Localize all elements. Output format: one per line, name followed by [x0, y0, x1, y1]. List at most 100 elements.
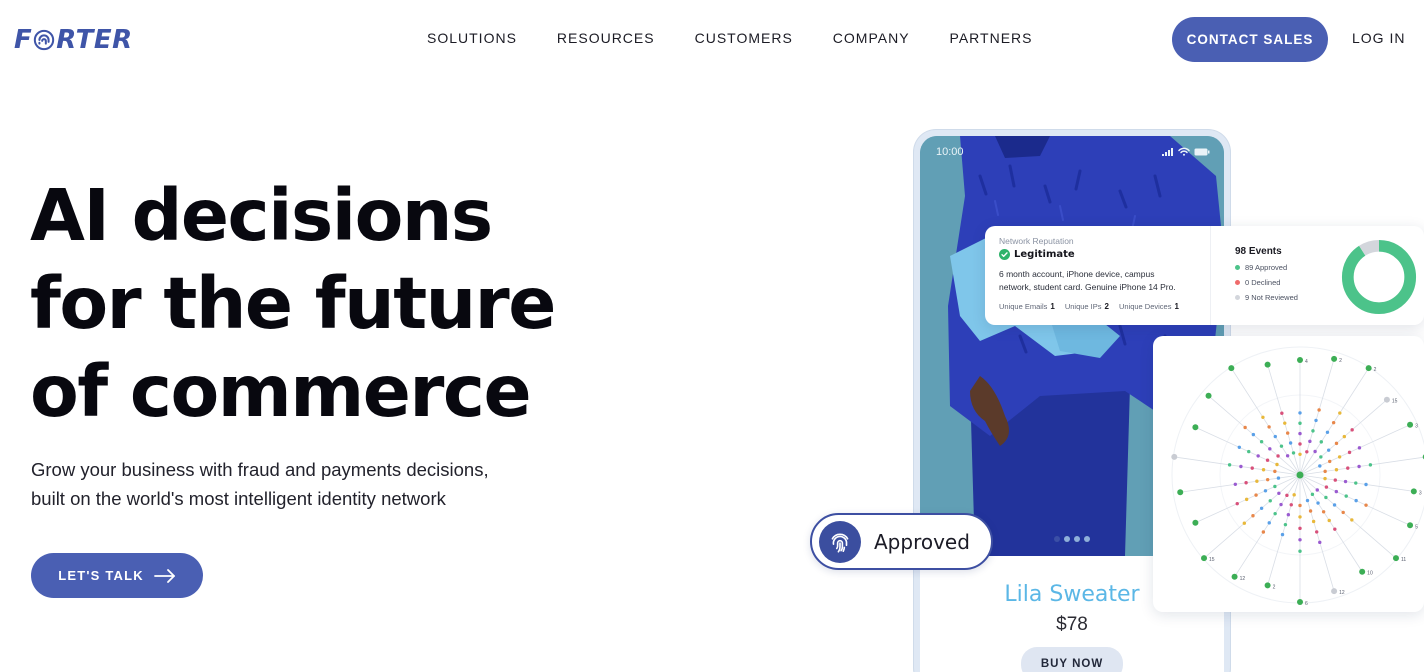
graph-signal-dot — [1354, 498, 1358, 503]
battery-icon — [1194, 148, 1210, 155]
graph-signal-dot — [1311, 519, 1316, 524]
graph-node[interactable] — [1177, 489, 1184, 496]
graph-node[interactable] — [1205, 392, 1212, 399]
events-not-reviewed: 9 Not Reviewed — [1235, 293, 1298, 302]
graph-signal-dot — [1268, 499, 1272, 503]
graph-signal-dot — [1298, 411, 1302, 415]
graph-signal-dot — [1364, 503, 1368, 507]
graph-signal-dot — [1265, 477, 1270, 482]
graph-node[interactable] — [1228, 365, 1235, 372]
nav-resources[interactable]: RESOURCES — [557, 30, 655, 46]
hero-title-line: for the future — [30, 262, 556, 345]
graph-node-label: 2 — [1339, 358, 1342, 364]
graph-signal-dot — [1268, 447, 1272, 451]
main-nav: SOLUTIONS RESOURCES CUSTOMERS COMPANY PA… — [427, 30, 1073, 46]
graph-node[interactable] — [1231, 573, 1238, 580]
stat-value: 2 — [1104, 302, 1109, 311]
login-link[interactable]: LOG IN — [1352, 30, 1405, 46]
logo-text-start: F — [14, 25, 33, 55]
status-icons — [1162, 147, 1210, 156]
graph-node-label: 12 — [1240, 576, 1246, 582]
graph-signal-dot — [1350, 428, 1354, 432]
graph-signal-dot — [1346, 466, 1350, 470]
contact-sales-button[interactable]: CONTACT SALES — [1172, 17, 1328, 62]
graph-node[interactable] — [1383, 396, 1390, 403]
graph-signal-dot — [1239, 464, 1243, 469]
status-time: 10:00 — [936, 146, 964, 158]
graph-node[interactable] — [1331, 588, 1338, 595]
events-declined: 0 Declined — [1235, 278, 1298, 287]
graph-node[interactable] — [1297, 357, 1303, 363]
graph-signal-dot — [1323, 469, 1327, 474]
graph-signal-dot — [1364, 482, 1368, 487]
graph-signal-dot — [1332, 503, 1337, 507]
carousel-dot[interactable] — [1064, 536, 1070, 542]
graph-node[interactable] — [1201, 555, 1208, 562]
graph-node[interactable] — [1171, 453, 1178, 460]
hero-subtitle-line: built on the world's most intelligent id… — [31, 488, 446, 509]
graph-node[interactable] — [1192, 424, 1199, 431]
graph-signal-dot — [1317, 408, 1321, 412]
nav-customers[interactable]: CUSTOMERS — [695, 30, 793, 46]
graph-node[interactable] — [1392, 555, 1399, 562]
graph-node[interactable] — [1297, 599, 1303, 605]
graph-node[interactable] — [1331, 355, 1338, 362]
graph-node-label: 3 — [1419, 490, 1422, 496]
stat-unique-emails: Unique Emails 1 — [999, 302, 1055, 311]
forter-logo[interactable]: F RTER — [14, 24, 133, 56]
graph-node[interactable] — [1192, 519, 1199, 526]
graph-signal-dot — [1308, 439, 1312, 444]
hero-title-line: AI decisions — [30, 174, 493, 257]
carousel-dot[interactable] — [1084, 536, 1090, 542]
nav-partners[interactable]: PARTNERS — [950, 30, 1033, 46]
fingerprint-icon — [819, 520, 861, 563]
carousel-dot[interactable] — [1074, 536, 1080, 542]
buy-now-button[interactable]: BUY NOW — [1021, 647, 1123, 672]
stat-label: Unique Devices — [1118, 302, 1172, 311]
graph-node[interactable] — [1407, 421, 1414, 428]
arrow-right-icon — [153, 568, 175, 583]
carousel-dot[interactable] — [1054, 536, 1060, 542]
graph-signal-dot — [1285, 454, 1290, 458]
fingerprint-glyph — [831, 532, 849, 553]
graph-node[interactable] — [1410, 488, 1417, 495]
legend-dot-declined — [1235, 280, 1240, 285]
reputation-status-text: Legitimate — [1014, 249, 1075, 260]
graph-hub — [1296, 471, 1304, 479]
donut-segment-0 — [1341, 239, 1417, 315]
graph-signal-dot — [1289, 503, 1293, 507]
lets-talk-button[interactable]: LET'S TALK — [31, 553, 203, 598]
graph-node[interactable] — [1365, 365, 1372, 372]
nav-company[interactable]: COMPANY — [833, 30, 910, 46]
graph-signal-dot — [1319, 440, 1323, 444]
graph-node-label: 4 — [1305, 359, 1308, 365]
signal-icon — [1162, 147, 1173, 156]
graph-signal-dot — [1273, 469, 1277, 474]
graph-signal-dot — [1291, 451, 1296, 455]
graph-signal-dot — [1350, 518, 1354, 522]
graph-signal-dot — [1255, 479, 1259, 483]
graph-node[interactable] — [1407, 522, 1414, 529]
graph-signal-dot — [1283, 421, 1287, 425]
graph-signal-dot — [1267, 521, 1271, 525]
graph-node[interactable] — [1264, 582, 1271, 589]
carousel-dots — [1054, 536, 1090, 542]
graph-signal-dot — [1324, 495, 1328, 500]
graph-signal-dot — [1267, 425, 1271, 429]
graph-signal-dot — [1333, 478, 1337, 482]
graph-node[interactable] — [1359, 568, 1366, 575]
graph-node[interactable] — [1264, 361, 1271, 368]
graph-signal-dot — [1265, 458, 1270, 462]
graph-signal-dot — [1326, 448, 1331, 452]
graph-node-label: 6 — [1305, 601, 1308, 607]
graph-signal-dot — [1285, 431, 1290, 435]
graph-signal-dot — [1247, 449, 1251, 454]
graph-signal-dot — [1327, 518, 1331, 523]
events-row-label: 9 Not Reviewed — [1245, 293, 1298, 302]
graph-signal-dot — [1243, 425, 1247, 430]
graph-signal-dot — [1308, 509, 1313, 513]
graph-signal-dot — [1319, 455, 1323, 459]
graph-signal-dot — [1279, 502, 1283, 507]
graph-signal-dot — [1318, 464, 1322, 468]
nav-solutions[interactable]: SOLUTIONS — [427, 30, 517, 46]
